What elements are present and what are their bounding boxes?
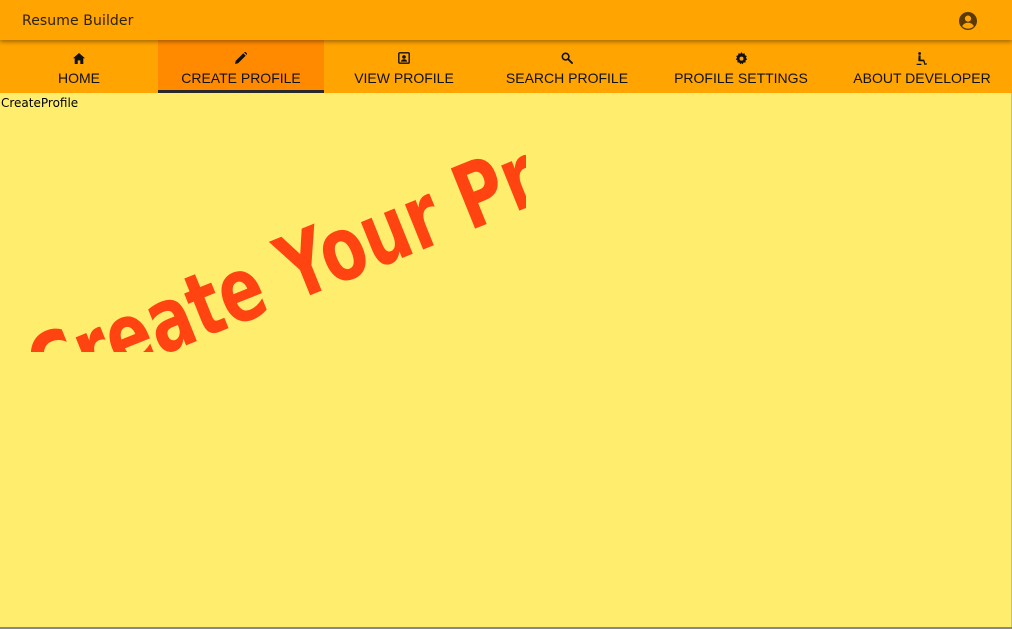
tab-profile-settings-label: PROFILE SETTINGS bbox=[674, 70, 808, 86]
tab-bar: HOME CREATE PROFILE VIEW PROFILE SEARCH … bbox=[0, 40, 1012, 93]
tab-about-developer[interactable]: ABOUT DEVELOPER bbox=[832, 40, 1012, 93]
app-title: Resume Builder bbox=[22, 13, 134, 29]
route-label: CreateProfile bbox=[1, 96, 79, 110]
tab-profile-settings[interactable]: PROFILE SETTINGS bbox=[650, 40, 832, 93]
tab-search-profile-label: SEARCH PROFILE bbox=[505, 70, 629, 86]
search-icon bbox=[560, 51, 574, 65]
banner-text: Create Your Profile bbox=[13, 122, 526, 352]
tab-view-profile-label: VIEW PROFILE bbox=[354, 70, 454, 86]
contact-card-icon bbox=[397, 51, 411, 65]
tab-home[interactable]: HOME bbox=[0, 40, 158, 93]
accessibility-icon bbox=[915, 51, 929, 65]
tab-about-developer-label: ABOUT DEVELOPER bbox=[853, 70, 991, 86]
tab-search-profile[interactable]: SEARCH PROFILE bbox=[484, 40, 650, 93]
gear-icon bbox=[734, 51, 748, 65]
pencil-icon bbox=[234, 51, 248, 65]
tab-view-profile[interactable]: VIEW PROFILE bbox=[324, 40, 484, 93]
create-profile-banner: Create Your Profile bbox=[13, 122, 526, 352]
home-icon bbox=[72, 51, 86, 65]
tab-home-label: HOME bbox=[58, 70, 100, 86]
tab-create-profile-label: CREATE PROFILE bbox=[181, 70, 301, 86]
account-circle-icon[interactable] bbox=[958, 11, 978, 31]
tab-create-profile[interactable]: CREATE PROFILE bbox=[158, 40, 324, 93]
app-bar: Resume Builder bbox=[0, 0, 1012, 40]
